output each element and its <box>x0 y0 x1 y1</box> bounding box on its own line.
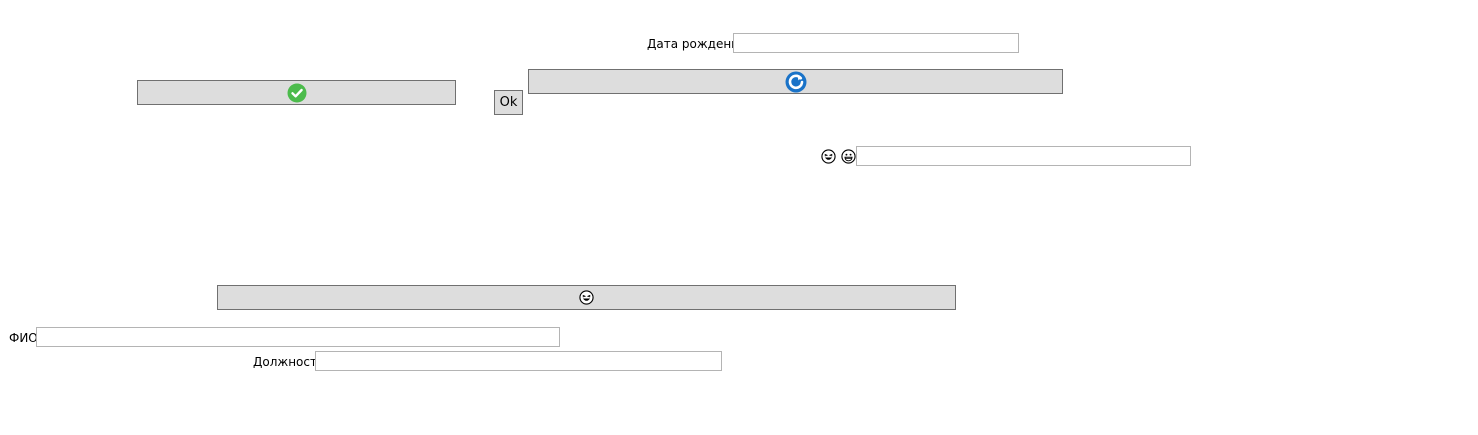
laughing-emoji-icon <box>579 290 594 305</box>
refresh-button[interactable] <box>528 69 1063 94</box>
position-field[interactable] <box>315 351 722 371</box>
emoji-button[interactable] <box>217 285 956 310</box>
ok-button[interactable]: Ok <box>494 90 523 115</box>
position-label: Должность <box>253 355 325 369</box>
check-circle-icon <box>287 83 307 103</box>
fio-field[interactable] <box>36 327 560 347</box>
emoji-field[interactable] <box>856 146 1191 166</box>
refresh-icon <box>785 71 807 93</box>
birth-date-field[interactable] <box>733 33 1019 53</box>
fio-label: ФИО <box>9 331 38 345</box>
confirm-button[interactable] <box>137 80 456 105</box>
grinning-emoji-icon <box>840 146 856 166</box>
birth-date-label: Дата рождения <box>647 37 747 51</box>
laughing-emoji-icon <box>820 146 836 166</box>
